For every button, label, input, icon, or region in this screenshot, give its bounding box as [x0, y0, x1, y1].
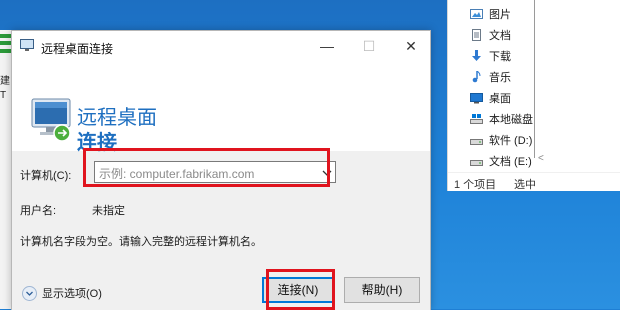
drive-icon: [470, 113, 483, 125]
remote-desktop-app-icon: [20, 39, 34, 52]
status-message: 计算机名字段为空。请输入完整的远程计算机名。: [20, 236, 262, 248]
remote-desktop-monitor-icon: [26, 97, 74, 143]
username-label: 用户名:: [20, 205, 57, 217]
close-button[interactable]: ✕: [396, 35, 426, 57]
green-bar: [0, 34, 11, 38]
nav-label: 下载: [489, 51, 511, 63]
banner-title-line2: 连接: [77, 132, 117, 154]
nav-label: 文档: [489, 30, 511, 42]
title-bar[interactable]: 远程桌面连接 — ☐ ✕: [12, 31, 430, 61]
nav-label: 音乐: [489, 72, 511, 84]
green-bar: [0, 41, 11, 45]
scroll-left-icon[interactable]: <: [538, 153, 544, 164]
nav-item-music[interactable]: 音乐: [470, 67, 511, 87]
nav-item-drive-d[interactable]: 软件 (D:): [470, 130, 532, 150]
maximize-button[interactable]: ☐: [354, 35, 384, 57]
nav-item-documents[interactable]: 文档: [470, 25, 511, 45]
username-value: 未指定: [92, 205, 125, 217]
chevron-down-icon[interactable]: [321, 166, 333, 178]
computer-combobox[interactable]: 示例: computer.fabrikam.com: [94, 161, 336, 183]
status-bar: 1 个项目 选中: [448, 172, 620, 192]
strip-text: 建: [0, 76, 10, 87]
nav-label: 桌面: [489, 93, 511, 105]
file-explorer-window: 图片 文档 下载 音乐 桌面 本地磁盘 软件 (D:) 文档 (E:) < 1 …: [447, 0, 620, 191]
computer-placeholder: 示例: computer.fabrikam.com: [99, 167, 255, 181]
pane-divider: [534, 0, 535, 158]
show-options-label: 显示选项(O): [42, 288, 102, 300]
selected-status: 选中: [514, 179, 536, 191]
connect-button[interactable]: 连接(N): [262, 277, 334, 303]
music-icon: [470, 70, 483, 83]
nav-label: 文档 (E:): [489, 156, 532, 168]
item-count: 1 个项目: [454, 179, 497, 191]
drive-icon: [470, 134, 483, 146]
nav-item-desktop[interactable]: 桌面: [470, 88, 511, 108]
remote-desktop-dialog: 远程桌面连接 — ☐ ✕ 远程桌面 连接 计算机(C): 示例: compute…: [11, 30, 431, 310]
green-bar: [0, 49, 11, 53]
help-button[interactable]: 帮助(H): [344, 277, 420, 303]
computer-label: 计算机(C):: [20, 170, 72, 182]
nav-label: 图片: [489, 9, 511, 21]
strip-text: T: [0, 90, 7, 101]
nav-label: 软件 (D:): [489, 135, 533, 147]
dialog-banner: 远程桌面 连接: [12, 61, 430, 154]
navigation-pane: 图片 文档 下载 音乐 桌面 本地磁盘 软件 (D:) 文档 (E:): [448, 0, 536, 173]
nav-item-downloads[interactable]: 下载: [470, 46, 511, 66]
documents-icon: [470, 29, 483, 41]
nav-item-drive-e[interactable]: 文档 (E:): [470, 151, 532, 171]
downloads-icon: [470, 50, 483, 62]
pictures-icon: [470, 8, 483, 20]
show-options-toggle[interactable]: 显示选项(O): [22, 285, 102, 301]
nav-label: 本地磁盘: [489, 114, 533, 126]
drive-icon: [470, 155, 483, 167]
expand-icon: [22, 285, 37, 301]
minimize-button[interactable]: —: [312, 35, 342, 57]
desktop-folder-icon: [470, 92, 483, 104]
nav-item-pictures[interactable]: 图片: [470, 4, 511, 24]
nav-item-local-disk[interactable]: 本地磁盘: [470, 109, 533, 129]
window-title: 远程桌面连接: [41, 42, 114, 56]
